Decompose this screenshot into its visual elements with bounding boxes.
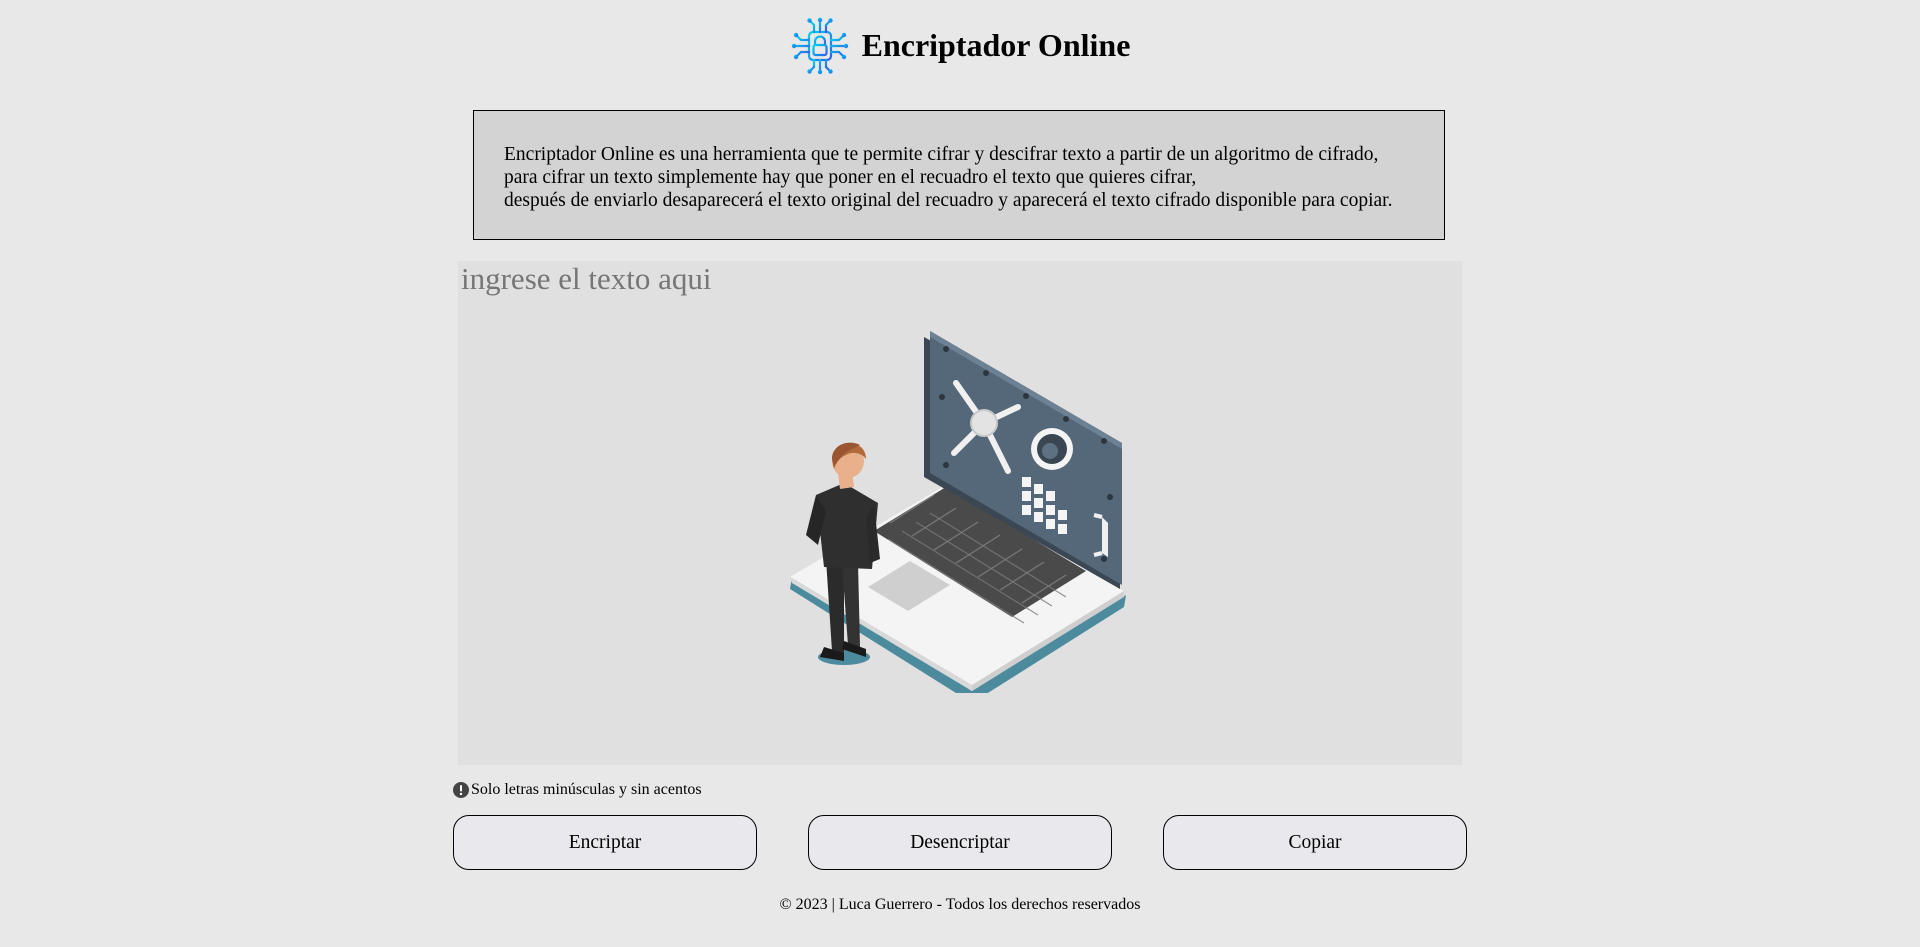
footer: © 2023 | Luca Guerrero - Todos los derec…	[0, 896, 1920, 914]
encrypt-button[interactable]: Encriptar	[453, 815, 757, 870]
hint-text: Solo letras minúsculas y sin acentos	[471, 781, 702, 798]
input-hint: Solo letras minúsculas y sin acentos	[453, 780, 702, 800]
copy-button[interactable]: Copiar	[1163, 815, 1467, 870]
description-line: para cifrar un texto simplemente hay que…	[504, 167, 1197, 188]
text-input[interactable]	[458, 261, 1462, 765]
description-line: después de enviarlo desaparecerá el text…	[504, 190, 1393, 211]
description-box: Encriptador Online es una herramienta qu…	[473, 110, 1445, 240]
exclamation-circle-icon	[453, 782, 469, 798]
description-line: Encriptador Online es una herramienta qu…	[504, 144, 1379, 165]
decrypt-button[interactable]: Desencriptar	[808, 815, 1112, 870]
circuit-lock-icon	[791, 17, 848, 75]
page-title: Encriptador Online	[861, 26, 1131, 63]
text-input-area	[458, 261, 1462, 765]
footer-text: © 2023 | Luca Guerrero - Todos los derec…	[779, 896, 1141, 913]
site-header: Encriptador Online	[0, 14, 1920, 78]
